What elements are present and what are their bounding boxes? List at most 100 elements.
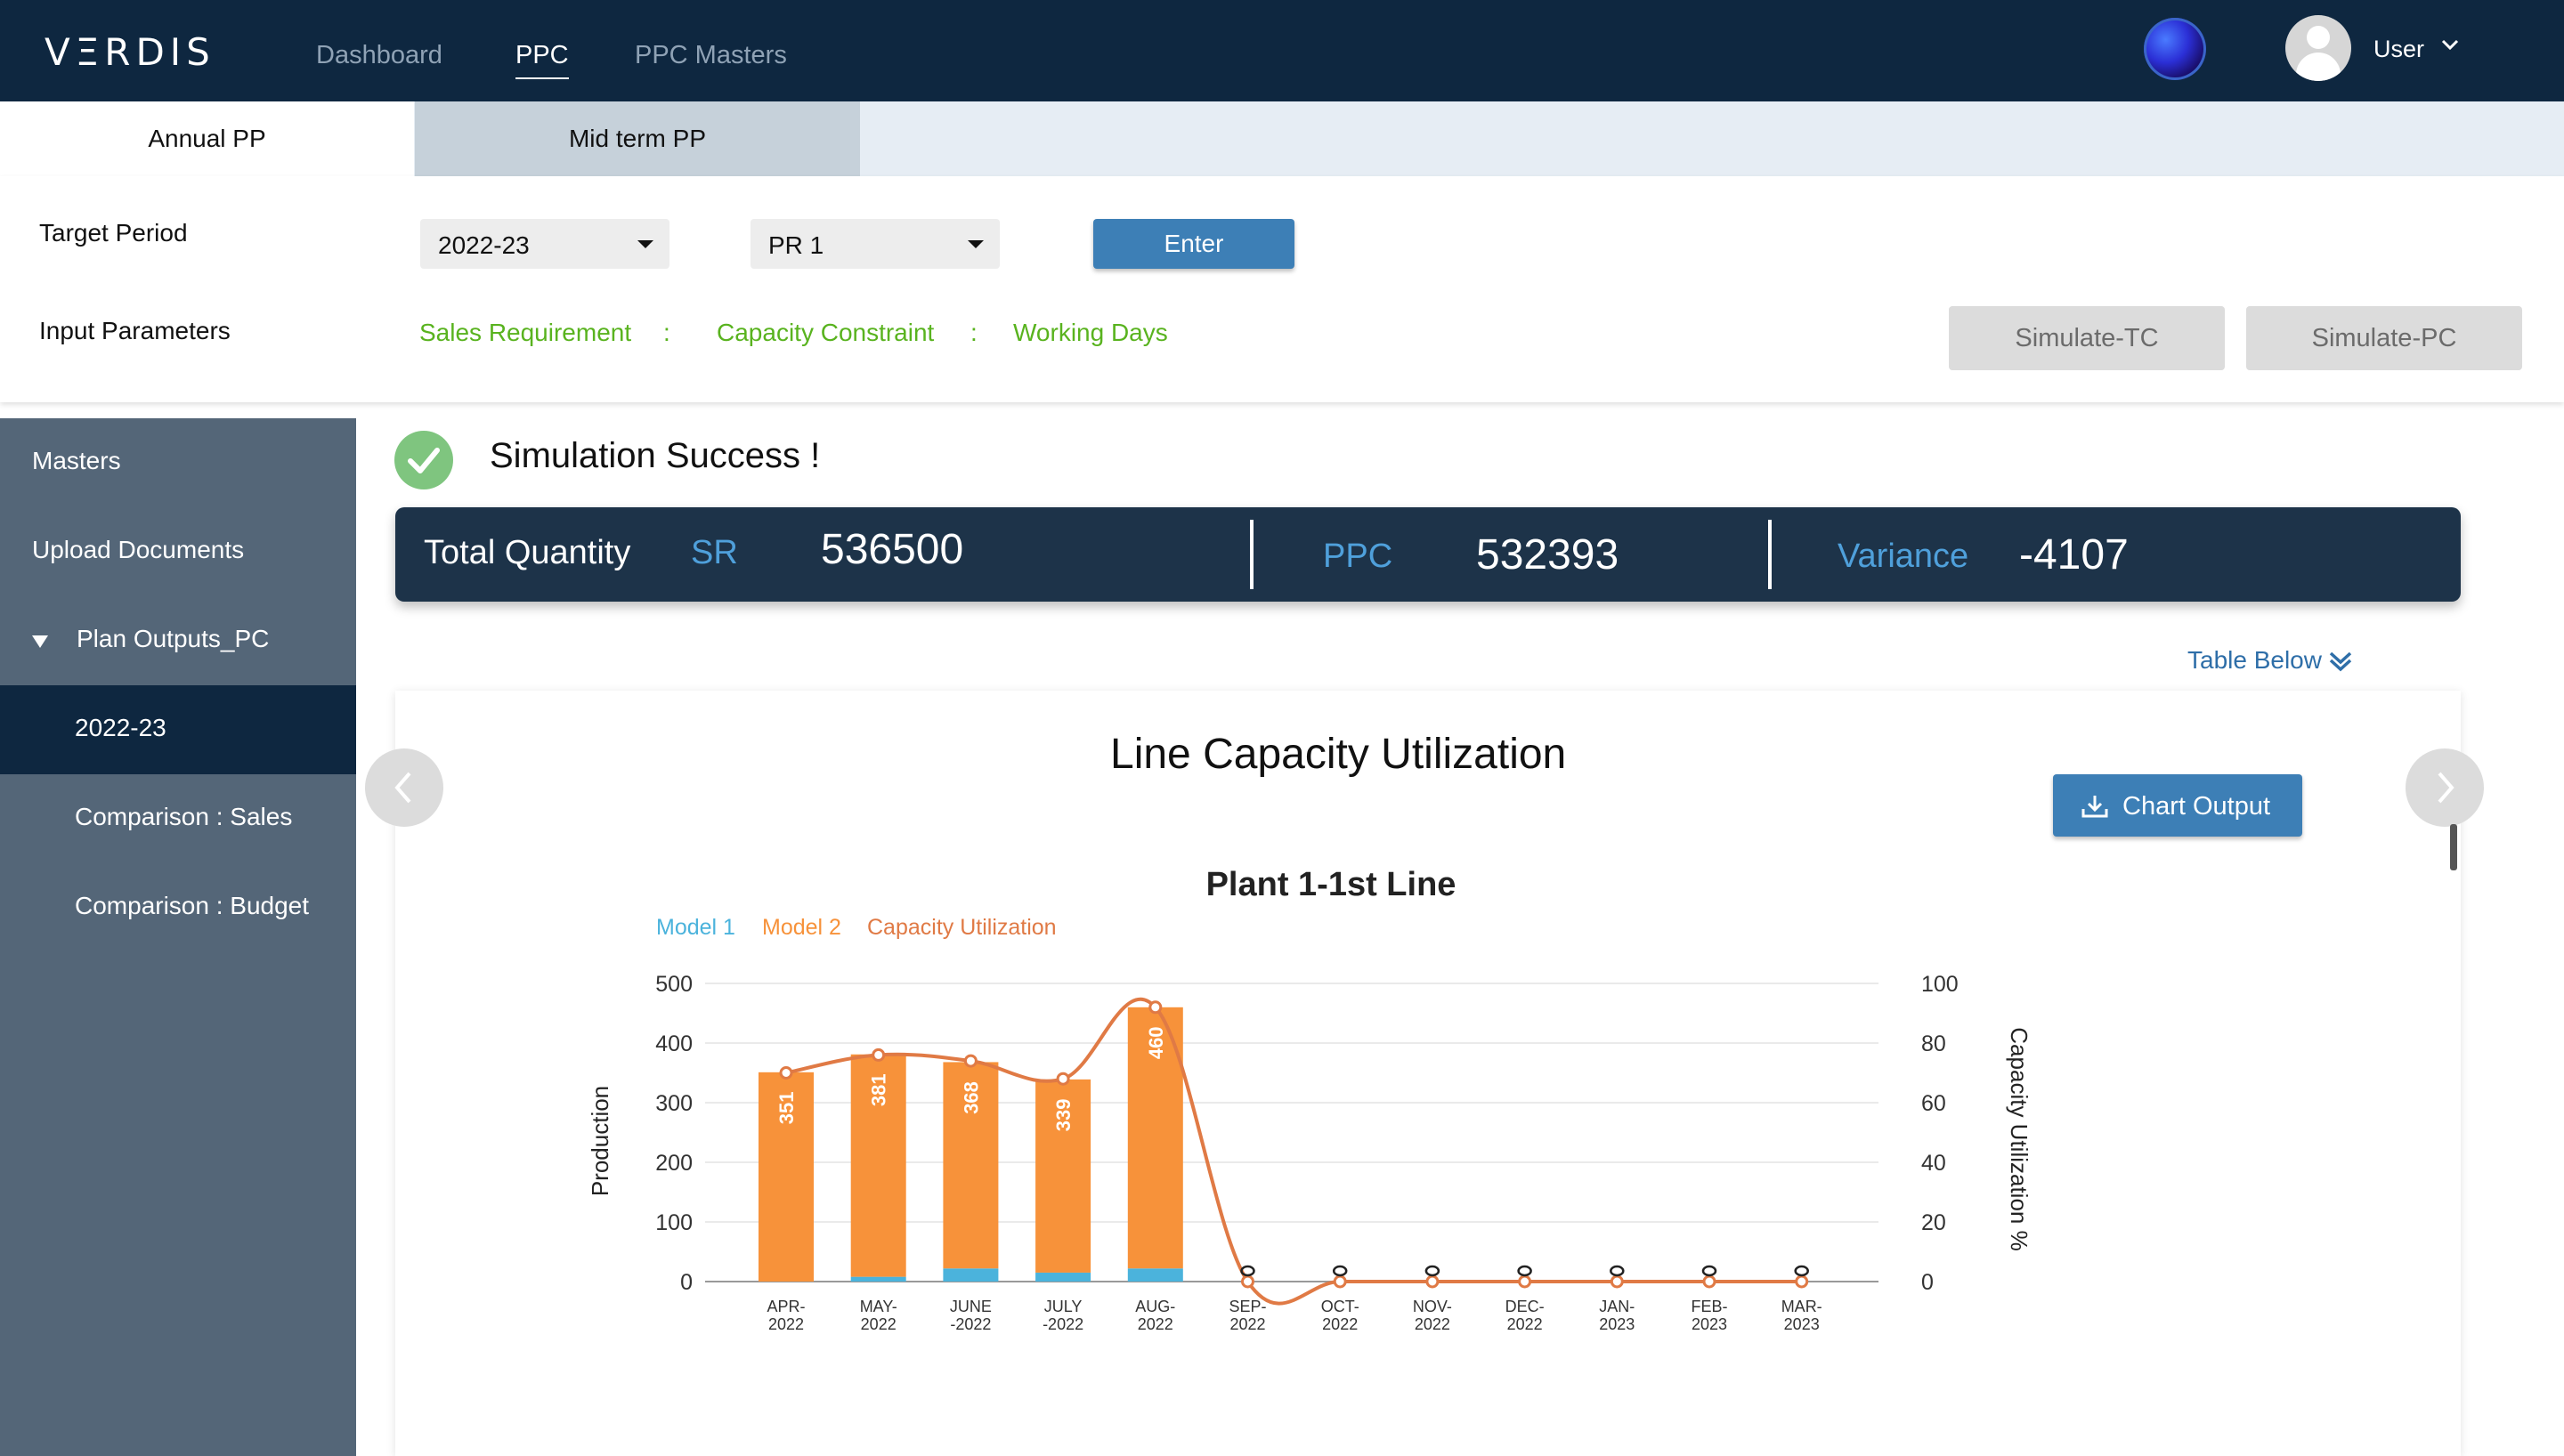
plan-select[interactable]: PR 1 [751,219,1000,269]
bar-model-1 [850,1276,906,1282]
x-tick-label: JULY [1044,1298,1083,1315]
globe-icon[interactable] [2144,18,2206,80]
sidebar-item-comparison-sales[interactable]: Comparison : Sales [0,774,356,863]
bar-data-label: 339 [1052,1099,1075,1132]
y-axis-title: Production [587,1086,613,1196]
capacity-point [1241,1274,1254,1289]
y2-tick-label: 20 [1921,1210,1946,1235]
period-select[interactable]: 2022-23 [420,219,669,269]
total-quantity-label: Total Quantity [424,534,631,571]
chart-card-title: Line Capacity Utilization [1110,731,1567,778]
x-tick-label: 2022 [1322,1315,1358,1333]
capacity-point [779,1066,793,1080]
sales-requirement-link[interactable]: Sales Requirement [419,319,631,347]
legend-item: Model 1 [656,915,735,940]
separator: : [970,319,978,346]
chevron-down-icon[interactable] [2439,34,2461,55]
next-chart-button[interactable] [2406,748,2484,827]
y-tick-label: 200 [655,1151,693,1176]
avatar[interactable] [2285,15,2351,81]
sidebar-item-plan-outputs[interactable]: Plan Outputs_PC [0,596,356,685]
capacity-point [872,1048,886,1062]
capacity-point [1610,1274,1624,1289]
sidebar-item-label: Upload Documents [32,536,245,563]
capacity-point [1702,1274,1716,1289]
capacity-point [1518,1274,1532,1289]
prev-chart-button[interactable] [365,748,443,827]
sidebar-item-masters[interactable]: Masters [0,418,356,507]
bar-data-label: 460 [1145,1026,1167,1059]
tab-mid-term-pp[interactable]: Mid term PP [415,101,860,176]
x-tick-label: 2023 [1599,1315,1635,1333]
nav-active-underline [515,77,569,79]
chevron-left-icon [394,772,411,804]
nav-ppc[interactable]: PPC [515,41,569,79]
working-days-link[interactable]: Working Days [1013,319,1168,347]
y-tick-label: 400 [655,1031,693,1056]
sidebar-item-upload-documents[interactable]: Upload Documents [0,507,356,596]
simulate-pc-button[interactable]: Simulate-PC [2246,306,2522,370]
x-tick-label: 2022 [1507,1315,1543,1333]
x-tick-label: 2022 [768,1315,804,1333]
app-logo[interactable]: VΞRDIS [45,30,215,74]
x-tick-label: 2023 [1692,1315,1727,1333]
zero-marker [1701,1265,1717,1277]
success-message: Simulation Success ! [490,436,821,475]
x-tick-label: SEP- [1229,1298,1266,1315]
legend-item: Capacity Utilization [867,915,1057,940]
ppc-label: PPC [1323,538,1393,575]
separator: : [663,319,670,346]
x-tick-label: 2022 [861,1315,897,1333]
x-tick-label: 2023 [1784,1315,1820,1333]
chart-output-button[interactable]: Chart Output [2053,774,2302,837]
double-chevron-down-icon[interactable] [2327,648,2354,675]
capacity-utilization-line [785,997,1802,1306]
sidebar-item-2022-23[interactable]: 2022-23 [0,685,356,774]
x-tick-label: NOV- [1413,1298,1452,1315]
x-tick-label: 2022 [1415,1315,1450,1333]
bar-model-1 [943,1268,999,1282]
y-tick-label: 100 [655,1210,693,1235]
scrollbar-thumb[interactable] [2450,824,2457,870]
sidebar-item-label: Plan Outputs_PC [77,625,270,652]
simulate-tc-button[interactable]: Simulate-TC [1949,306,2225,370]
nav-ppc-masters[interactable]: PPC Masters [635,41,787,70]
total-quantity-bar: Total Quantity SR 536500 PPC 532393 Vari… [395,507,2461,602]
legend-item: Model 2 [762,915,841,940]
capacity-constraint-link[interactable]: Capacity Constraint [717,319,934,347]
chart-output-label: Chart Output [2122,792,2271,821]
x-tick-label: FEB- [1691,1298,1727,1315]
capacity-point [963,1054,978,1068]
tab-annual-pp[interactable]: Annual PP [0,101,414,176]
sidebar-item-comparison-budget[interactable]: Comparison : Budget [0,863,356,952]
x-tick-label: 2022 [1229,1315,1265,1333]
table-below-link[interactable]: Table Below [2187,646,2322,675]
x-tick-label: -2022 [950,1315,991,1333]
x-tick-label: JAN- [1599,1298,1635,1315]
sidebar-item-label: Comparison : Budget [75,892,310,919]
sr-label: SR [691,534,738,571]
caret-down-icon [968,240,984,248]
capacity-point [1333,1274,1347,1289]
plan-select-value: PR 1 [768,231,824,259]
x-tick-label: AUG- [1135,1298,1175,1315]
chart-title: Plant 1-1st Line [1206,866,1456,903]
bar-model-1 [1127,1268,1183,1282]
capacity-chart: Plant 1-1st Line Model 1 Model 2 Capacity U… [587,866,2033,1333]
y-tick-label: 300 [655,1091,693,1116]
bar-model-1 [1035,1272,1091,1282]
user-name[interactable]: User [2373,36,2424,63]
x-tick-label: APR- [767,1298,805,1315]
triangle-down-icon [32,635,48,648]
y2-tick-label: 100 [1921,972,1959,997]
y2-tick-label: 0 [1921,1270,1934,1295]
divider [1250,520,1254,589]
capacity-point [1425,1274,1440,1289]
zero-marker [1332,1265,1348,1277]
capacity-point [1148,1000,1163,1015]
sidebar: Masters Upload Documents Plan Outputs_PC… [0,418,356,1456]
enter-button[interactable]: Enter [1093,219,1294,269]
nav-dashboard[interactable]: Dashboard [316,41,442,70]
zero-marker [1517,1265,1532,1277]
y2-tick-label: 40 [1921,1151,1946,1176]
